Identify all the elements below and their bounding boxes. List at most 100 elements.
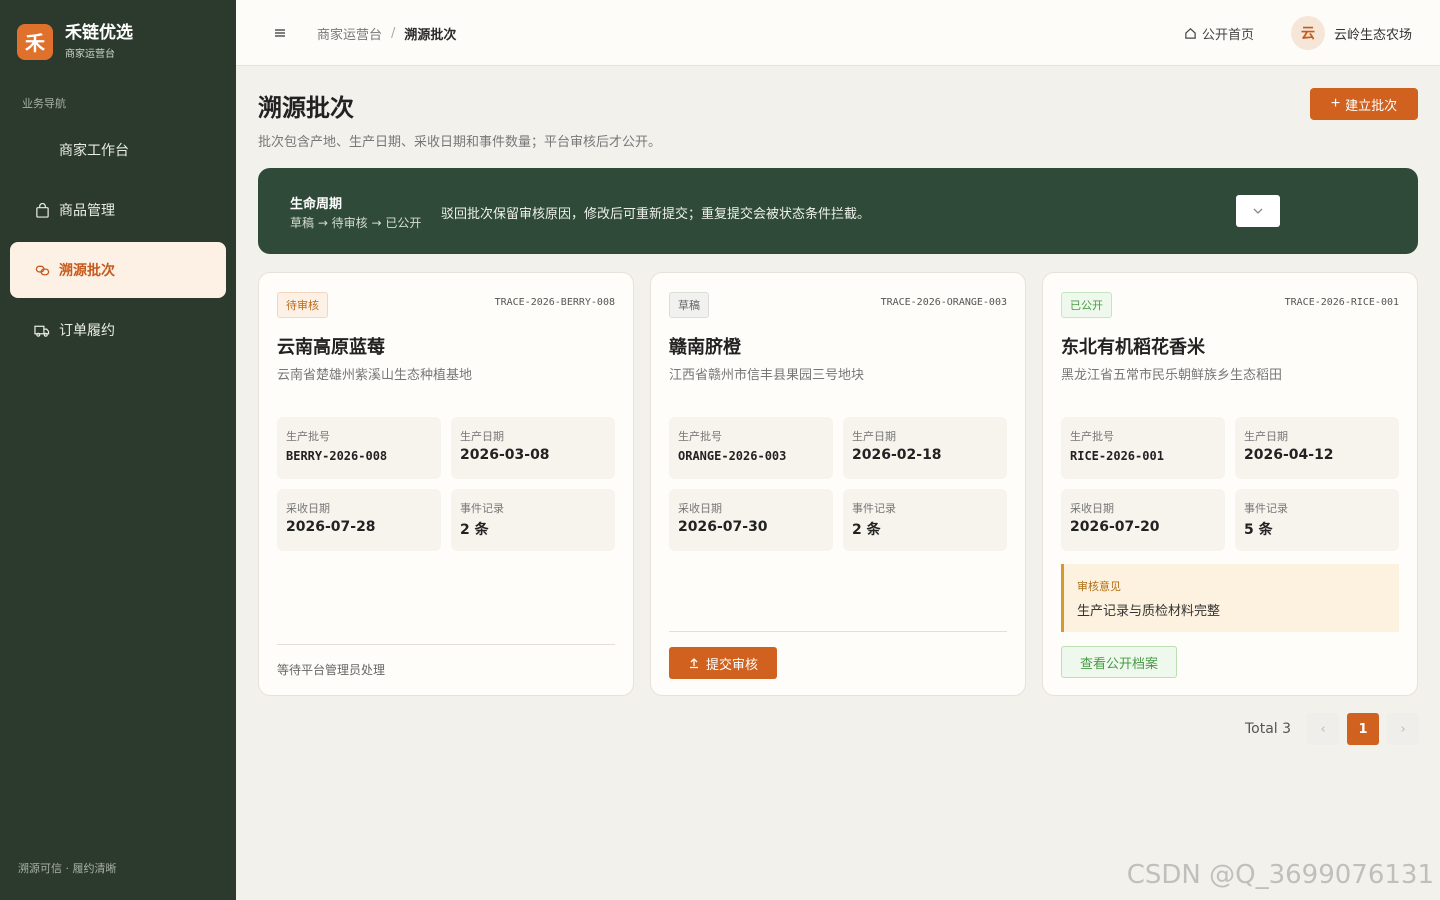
next-page-button[interactable]: › — [1387, 713, 1420, 745]
sidebar-footer: 溯源可信 · 履约清晰 — [18, 862, 117, 875]
stat-label: 生产日期 — [460, 430, 504, 443]
submit-review-button[interactable]: 提交审核 — [669, 647, 777, 679]
public-home-link[interactable]: 公开首页 — [1184, 24, 1254, 43]
review-text: 生产记录与质检材料完整 — [1077, 604, 1221, 619]
card-origin: 云南省楚雄州紫溪山生态种植基地 — [277, 368, 473, 383]
stat-value: 2026-02-18 — [852, 447, 942, 463]
stat-harvest-date: 采收日期 2026-07-28 — [277, 489, 441, 551]
nav-section-label: 业务导航 — [22, 97, 66, 110]
stat-production-date: 生产日期 2026-02-18 — [843, 417, 1007, 479]
page-title: 溯源批次 — [258, 94, 354, 122]
batch-card: 已公开 TRACE-2026-RICE-001 东北有机稻花香米 黑龙江省五常市… — [1042, 272, 1418, 696]
card-origin: 江西省赣州市信丰县果园三号地块 — [669, 368, 865, 383]
watermark: CSDN @Q_3699076131 — [1126, 860, 1434, 890]
sidebar-item-label: 溯源批次 — [59, 263, 115, 279]
plus-icon: + — [1330, 95, 1341, 112]
stat-events: 事件记录 2 条 — [843, 489, 1007, 551]
review-opinion: 审核意见 生产记录与质检材料完整 — [1061, 564, 1399, 632]
stat-label: 事件记录 — [1244, 502, 1288, 515]
chevron-down-icon — [1253, 208, 1263, 214]
trace-code: TRACE-2026-RICE-001 — [1284, 297, 1399, 308]
topbar: 商家运营台 / 溯源批次 公开首页 云 云岭生态农场 — [236, 0, 1440, 66]
stat-harvest-date: 采收日期 2026-07-30 — [669, 489, 833, 551]
submit-review-label: 提交审核 — [705, 656, 758, 672]
sidebar-nav: 商家工作台 商品管理 溯源批次 订单履约 — [10, 122, 226, 362]
lifecycle-banner: 生命周期 草稿 → 待审核 → 已公开 驳回批次保留审核原因，修改后可重新提交；… — [258, 168, 1418, 254]
stat-label: 采收日期 — [286, 502, 330, 515]
sidebar-item-orders[interactable]: 订单履约 — [10, 302, 226, 358]
trace-code: TRACE-2026-ORANGE-003 — [880, 297, 1007, 308]
batch-card: 草稿 TRACE-2026-ORANGE-003 赣南脐橙 江西省赣州市信丰县果… — [650, 272, 1026, 696]
stat-label: 事件记录 — [852, 502, 896, 515]
page-1-button[interactable]: 1 — [1347, 713, 1380, 745]
menu-toggle-icon[interactable] — [273, 24, 287, 42]
card-footer-text: 等待平台管理员处理 — [277, 663, 386, 677]
breadcrumb-home[interactable]: 商家运营台 — [317, 24, 382, 43]
status-badge: 草稿 — [669, 292, 709, 318]
stat-production-date: 生产日期 2026-03-08 — [451, 417, 615, 479]
sidebar-item-workbench[interactable]: 商家工作台 — [10, 122, 226, 178]
breadcrumb: 商家运营台 / 溯源批次 — [317, 24, 456, 43]
truck-icon — [34, 322, 50, 338]
sidebar-item-label: 商品管理 — [59, 203, 115, 219]
stat-value: RICE-2026-001 — [1070, 449, 1164, 463]
stat-value: BERRY-2026-008 — [286, 449, 388, 463]
card-divider — [277, 644, 615, 645]
lifecycle-toggle[interactable] — [1236, 195, 1280, 227]
brand-logo: 禾 — [17, 23, 53, 60]
stat-production-date: 生产日期 2026-04-12 — [1235, 417, 1399, 479]
stat-label: 事件记录 — [460, 502, 504, 515]
stat-label: 生产批号 — [678, 430, 722, 443]
card-origin: 黑龙江省五常市民乐朝鲜族乡生态稻田 — [1061, 368, 1283, 383]
review-label: 审核意见 — [1077, 580, 1121, 593]
trace-code: TRACE-2026-BERRY-008 — [494, 297, 615, 308]
lifecycle-text: 驳回批次保留审核原因，修改后可重新提交；重复提交会被状态条件拦截。 — [441, 207, 871, 222]
stat-label: 生产批号 — [1070, 430, 1114, 443]
lifecycle-flow: 草稿 → 待审核 → 已公开 — [290, 216, 422, 230]
stat-harvest-date: 采收日期 2026-07-20 — [1061, 489, 1225, 551]
stat-label: 生产日期 — [1244, 430, 1288, 443]
view-public-archive-button[interactable]: 查看公开档案 — [1061, 646, 1177, 678]
stat-value: 2026-04-12 — [1244, 447, 1334, 463]
user-menu[interactable]: 云 云岭生态农场 — [1291, 16, 1412, 50]
page-description: 批次包含产地、生产日期、采收日期和事件数量；平台审核后才公开。 — [258, 135, 662, 150]
prev-page-button[interactable]: ‹ — [1307, 713, 1340, 745]
sidebar-item-products[interactable]: 商品管理 — [10, 182, 226, 238]
sidebar-item-label: 商家工作台 — [59, 143, 129, 159]
stat-label: 采收日期 — [1070, 502, 1114, 515]
brand-subtitle: 商家运营台 — [65, 49, 115, 60]
stat-value: 2026-07-30 — [678, 519, 768, 535]
add-batch-button[interactable]: + 建立批次 — [1310, 88, 1418, 120]
avatar: 云 — [1291, 16, 1325, 50]
public-home-label: 公开首页 — [1202, 28, 1255, 43]
stat-value: 2026-03-08 — [460, 447, 550, 463]
brand: 禾 禾链优选 商家运营台 — [17, 23, 133, 60]
batch-card: 待审核 TRACE-2026-BERRY-008 云南高原蓝莓 云南省楚雄州紫溪… — [258, 272, 634, 696]
upload-icon — [689, 658, 698, 669]
card-title: 云南高原蓝莓 — [277, 337, 385, 358]
sidebar-item-label: 订单履约 — [59, 323, 115, 339]
stat-value: 2026-07-28 — [286, 519, 376, 535]
status-badge: 已公开 — [1061, 292, 1112, 318]
card-divider — [669, 631, 1007, 632]
stat-label: 生产日期 — [852, 430, 896, 443]
card-title: 东北有机稻花香米 — [1061, 337, 1205, 358]
sidebar-item-trace-batches[interactable]: 溯源批次 — [10, 242, 226, 298]
status-badge: 待审核 — [277, 292, 328, 318]
pagination: Total 3 ‹ 1 › — [1245, 713, 1420, 745]
house-icon — [1185, 28, 1196, 39]
stat-batch-no: 生产批号 RICE-2026-001 — [1061, 417, 1225, 479]
stat-batch-no: 生产批号 ORANGE-2026-003 — [669, 417, 833, 479]
stat-label: 生产批号 — [286, 430, 330, 443]
stat-value: ORANGE-2026-003 — [678, 449, 787, 463]
breadcrumb-current: 溯源批次 — [404, 28, 457, 43]
stat-value: 2026-07-20 — [1070, 519, 1160, 535]
stat-value: 2 条 — [852, 522, 881, 538]
link-icon — [34, 262, 50, 278]
stat-events: 事件记录 5 条 — [1235, 489, 1399, 551]
card-title: 赣南脐橙 — [669, 337, 741, 358]
user-name: 云岭生态农场 — [1334, 27, 1413, 43]
stat-value: 5 条 — [1244, 522, 1273, 538]
stat-label: 采收日期 — [678, 502, 722, 515]
stat-batch-no: 生产批号 BERRY-2026-008 — [277, 417, 441, 479]
